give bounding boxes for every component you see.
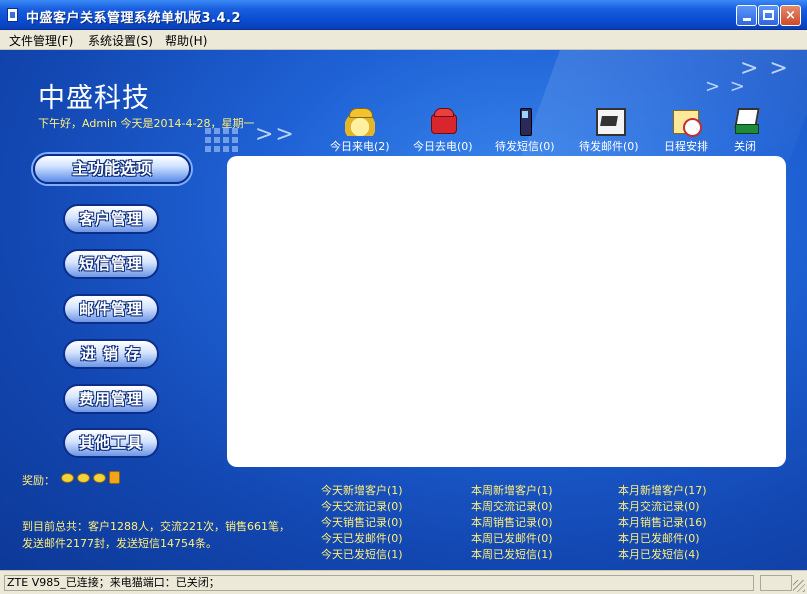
stat-week-new-customers[interactable]: 本周新增客户(1) (471, 482, 553, 498)
incoming-call-icon (344, 106, 375, 136)
tool-close[interactable]: 关闭 (730, 106, 760, 154)
stat-today-sales[interactable]: 今天销售记录(0) (321, 514, 403, 530)
tool-schedule[interactable]: 日程安排 (664, 106, 708, 154)
minimize-button[interactable] (736, 5, 757, 26)
menu-file[interactable]: 文件管理(F) (9, 32, 73, 49)
app-icon[interactable] (7, 8, 18, 22)
resize-grip-icon[interactable] (793, 580, 805, 592)
stat-week-sales[interactable]: 本周销售记录(0) (471, 514, 553, 530)
main-functions-title: 主功能选项 (33, 154, 191, 184)
tool-label: 今日来电(2) (330, 140, 390, 153)
summary-text: 到目前总共：客户1288人，交流221次，销售661笔， 发送邮件2177封，发… (22, 518, 290, 552)
tool-today-incoming[interactable]: 今日来电(2) (330, 106, 390, 154)
maximize-button[interactable] (758, 5, 779, 26)
stat-week-sms[interactable]: 本周已发短信(1) (471, 546, 553, 562)
stat-month-mails[interactable]: 本月已发邮件(0) (618, 530, 700, 546)
window-title: 中盛客户关系管理系统单机版3.4.2 (26, 11, 242, 26)
exit-icon (730, 106, 760, 136)
status-text: ZTE V985_已连接；来电猫端口：已关闭； (4, 575, 754, 591)
stat-month-sales[interactable]: 本月销售记录(16) (618, 514, 707, 530)
minimize-icon (742, 18, 751, 21)
menu-bar: 文件管理(F) 系统设置(S) 帮助(H) (0, 30, 807, 50)
stat-today-new-customers[interactable]: 今天新增客户(1) (321, 482, 403, 498)
coin-icon (93, 473, 106, 483)
reward-label: 奖励： (22, 474, 55, 487)
coin-icon (61, 473, 74, 483)
close-icon: × (785, 8, 796, 23)
tool-label: 今日去电(0) (413, 140, 473, 153)
arrow-decoration: > > (740, 56, 790, 81)
nav-other-tools[interactable]: 其他工具 (63, 428, 159, 458)
tool-label: 日程安排 (664, 140, 708, 153)
nav-expense-management[interactable]: 费用管理 (63, 384, 159, 414)
summary-line: 发送邮件2177封，发送短信14754条。 (22, 537, 217, 550)
tool-label: 待发邮件(0) (579, 140, 639, 153)
status-bar: ZTE V985_已连接；来电猫端口：已关闭； (0, 570, 807, 594)
nav-mail-management[interactable]: 邮件管理 (63, 294, 159, 324)
summary-line: 到目前总共：客户1288人，交流221次，销售661笔， (22, 520, 290, 533)
nav-inventory[interactable]: 进 销 存 (63, 339, 159, 369)
mobile-sms-icon (510, 106, 540, 136)
stat-today-mails[interactable]: 今天已发邮件(0) (321, 530, 403, 546)
coin-icon (77, 473, 90, 483)
greeting-text: 下午好，Admin 今天是2014-4-28，星期一 (38, 117, 255, 130)
company-name: 中盛科技 (38, 83, 150, 114)
tool-label: 待发短信(0) (495, 140, 555, 153)
reward-icons (61, 471, 120, 484)
stat-today-communications[interactable]: 今天交流记录(0) (321, 498, 403, 514)
calendar-clock-icon (671, 106, 702, 137)
nav-customer-management[interactable]: 客户管理 (63, 204, 159, 234)
mail-icon (594, 106, 626, 136)
stat-month-sms[interactable]: 本月已发短信(4) (618, 546, 700, 562)
outgoing-call-icon (428, 106, 458, 136)
stat-today-sms[interactable]: 今天已发短信(1) (321, 546, 403, 562)
menu-help[interactable]: 帮助(H) (165, 32, 207, 49)
content-area[interactable] (227, 156, 786, 467)
stat-week-communications[interactable]: 本周交流记录(0) (471, 498, 553, 514)
stat-month-communications[interactable]: 本月交流记录(0) (618, 498, 700, 514)
maximize-icon (763, 10, 774, 20)
tool-today-outgoing[interactable]: 今日去电(0) (413, 106, 473, 154)
arrow-decoration: >> (255, 122, 296, 147)
arrow-decoration: > > (705, 76, 747, 97)
stat-month-new-customers[interactable]: 本月新增客户(17) (618, 482, 707, 498)
nav-sms-management[interactable]: 短信管理 (63, 249, 159, 279)
stat-week-mails[interactable]: 本周已发邮件(0) (471, 530, 553, 546)
main-panel: > > > > >> 中盛科技 下午好，Admin 今天是2014-4-28，星… (0, 50, 807, 570)
tool-label: 关闭 (734, 140, 756, 153)
tool-pending-mail[interactable]: 待发邮件(0) (579, 106, 639, 154)
tool-pending-sms[interactable]: 待发短信(0) (495, 106, 555, 154)
money-bag-icon (109, 471, 120, 484)
title-bar: 中盛客户关系管理系统单机版3.4.2 × (0, 0, 807, 30)
dot-decoration (205, 128, 238, 152)
close-button[interactable]: × (780, 5, 801, 26)
status-panel (760, 575, 792, 591)
menu-settings[interactable]: 系统设置(S) (88, 32, 153, 49)
